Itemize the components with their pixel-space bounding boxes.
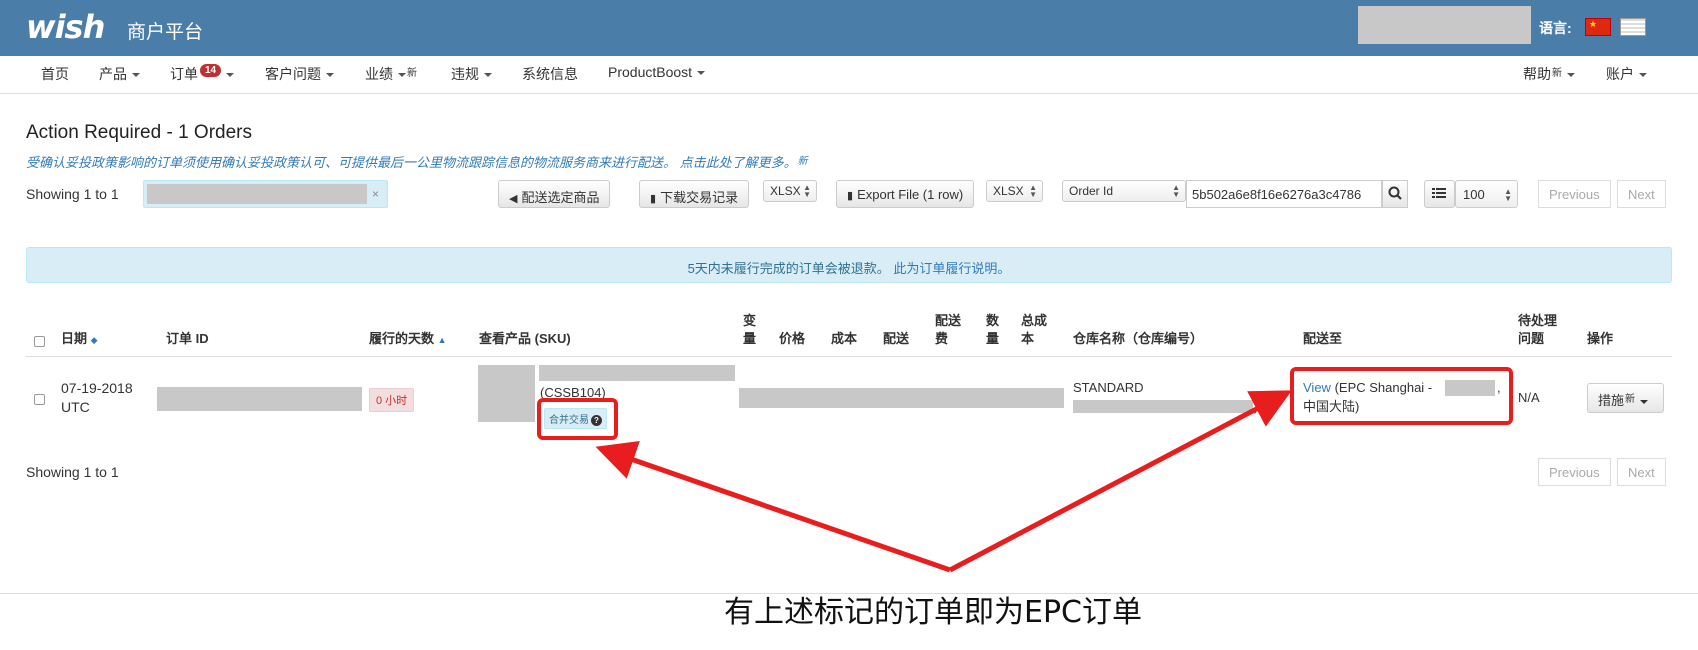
annotation-caption: 有上述标记的订单即为EPC订单 <box>724 595 1142 630</box>
annotation-arrows <box>595 390 1292 573</box>
arrow-to-ship-to <box>948 390 1292 573</box>
arrow-to-merge-tag <box>595 440 951 573</box>
